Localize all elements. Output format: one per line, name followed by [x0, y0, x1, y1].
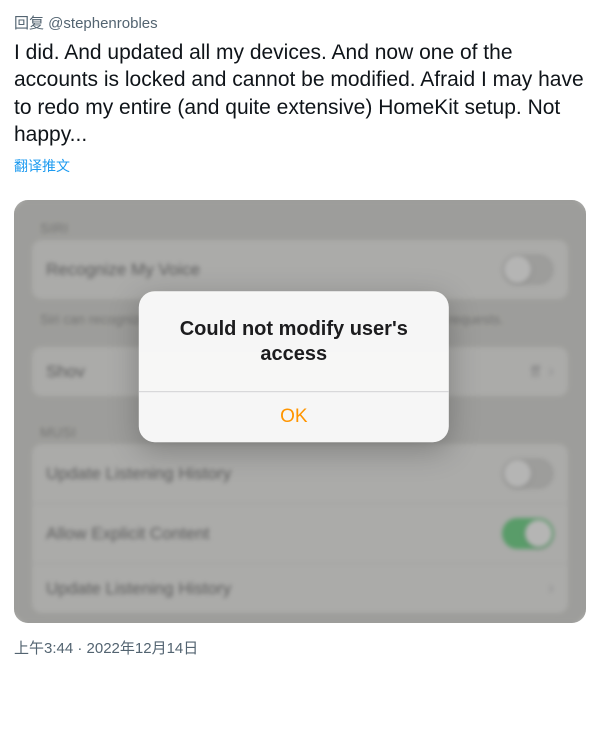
tweet-timestamp[interactable]: 上午3:44 · 2022年12月14日 [0, 623, 600, 658]
reply-to-line[interactable]: 回复 @stephenrobles [14, 12, 586, 33]
reply-prefix: 回复 [14, 15, 48, 32]
alert-ok-button[interactable]: OK [139, 392, 449, 442]
reply-handle[interactable]: @stephenrobles [48, 15, 157, 32]
tweet-container: 回复 @stephenrobles I did. And updated all… [0, 0, 600, 194]
embedded-screenshot: SIRI Recognize My Voice Siri can recogni… [14, 200, 586, 623]
alert-title: Could not modify user's access [139, 291, 449, 391]
tweet-text: I did. And updated all my devices. And n… [14, 39, 586, 148]
alert-dialog: Could not modify user's access OK [139, 291, 449, 442]
translate-link[interactable]: 翻译推文 [14, 156, 586, 176]
